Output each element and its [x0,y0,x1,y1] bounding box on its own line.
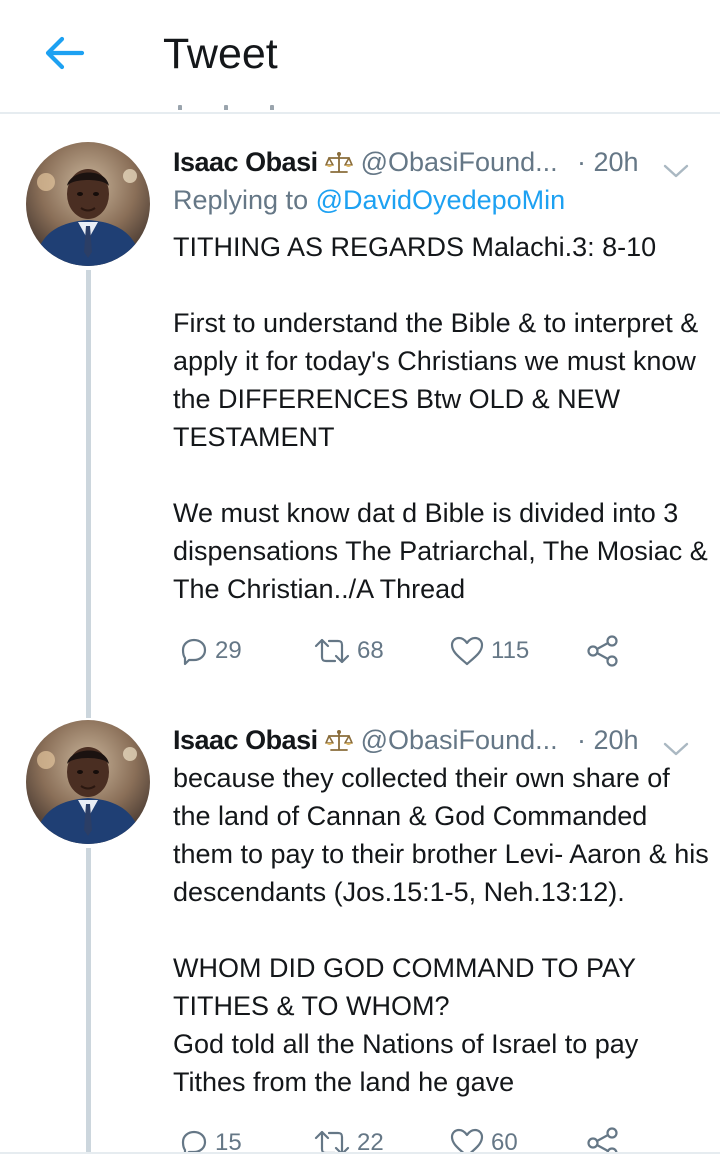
heart-icon [450,636,484,666]
reply-button[interactable]: 29 [177,631,242,671]
chevron-down-icon[interactable] [663,150,689,190]
author-photo [26,142,150,266]
tweet-time: · 20h [577,147,639,177]
author-handle[interactable]: @ObasiFound... [361,725,558,755]
retweet-count: 68 [357,637,384,664]
reply-icon [181,638,207,666]
share-icon [587,635,618,667]
tweet-paragraph: TITHING AS REGARDS Malachi.3: 8-10 [173,232,657,262]
tweet-2[interactable]: Isaac Obasi @ObasiFound... · 20h because… [0,720,720,1159]
thread-connector-line [86,270,91,718]
author-name[interactable]: Isaac Obasi [173,147,318,177]
like-button[interactable]: 115 [449,631,529,671]
tweet-time: · 20h [577,725,639,755]
scrolled-content-remnant [178,100,338,110]
replying-to-label: Replying to [173,185,309,215]
author-photo [26,720,150,844]
reply-mention-link[interactable]: @DavidOyedepoMin [316,185,566,215]
avatar[interactable] [26,142,150,266]
tweet-header: Isaac Obasi @ObasiFound... · 20h [173,142,703,182]
bottom-divider [0,1152,720,1159]
top-app-bar: Tweet [0,0,720,114]
tweet-1[interactable]: Isaac Obasi @ObasiFound... · 20h Replyin… [0,142,720,718]
like-count: 115 [491,637,530,664]
reply-count: 29 [215,637,242,664]
page-title: Tweet [163,30,278,78]
tweet-paragraph: First to understand the Bible & to inter… [173,308,699,452]
tweet-body: TITHING AS REGARDS Malachi.3: 8-10 First… [173,228,713,608]
tweet-paragraph: because they collected their own share o… [173,763,709,907]
tweet-actions: 29 68 115 [173,631,713,671]
tweet-paragraph: WHOM DID GOD COMMAND TO PAY TITHES & TO … [173,953,639,1097]
replying-to: Replying to @DavidOyedepoMin [173,181,565,219]
author-handle[interactable]: @ObasiFound... [361,147,558,177]
tweet-body: because they collected their own share o… [173,759,713,1101]
retweet-button[interactable]: 68 [313,631,384,671]
retweet-icon [314,638,350,664]
author-name[interactable]: Isaac Obasi [173,725,318,755]
tweet-header: Isaac Obasi @ObasiFound... · 20h [173,720,703,760]
tweet-paragraph: We must know dat d Bible is divided into… [173,498,708,604]
arrow-left-icon [45,36,85,70]
thread-connector-line [86,848,91,1158]
avatar[interactable] [26,720,150,844]
share-button[interactable] [585,631,621,671]
back-button[interactable] [38,30,88,76]
